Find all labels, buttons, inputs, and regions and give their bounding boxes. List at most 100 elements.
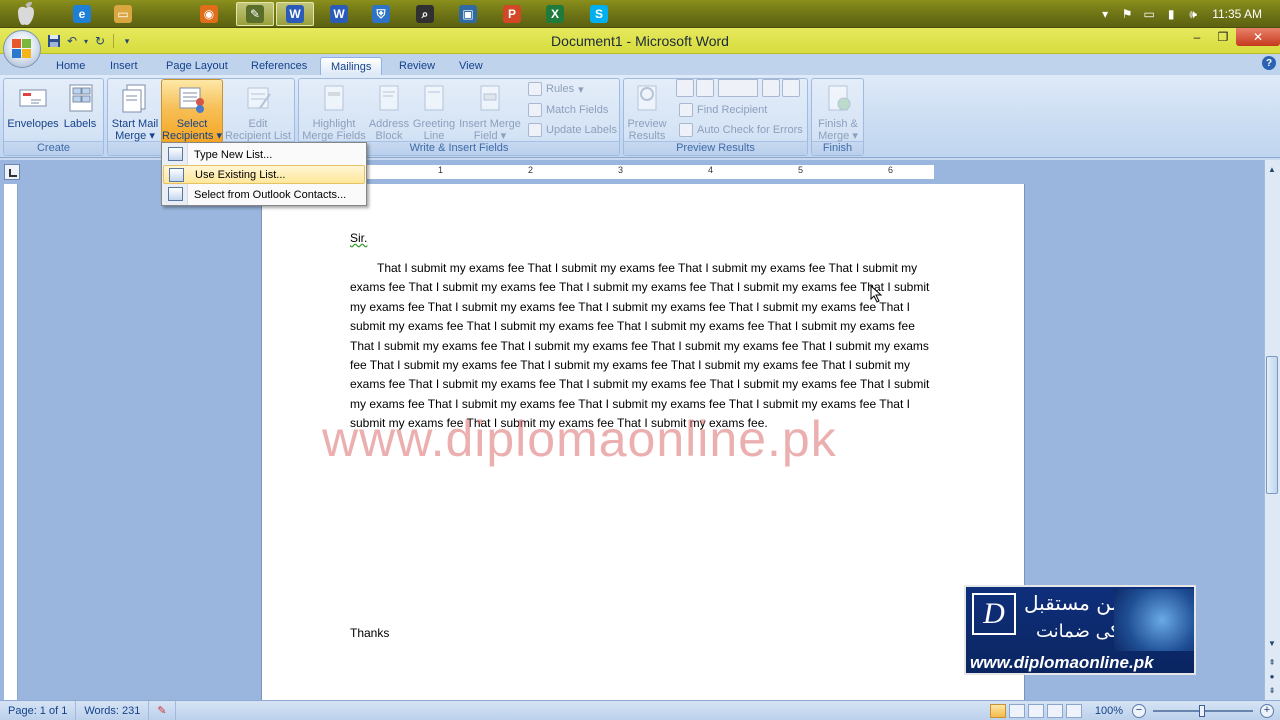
tab-insert[interactable]: Insert <box>100 57 148 75</box>
window-title: Document1 - Microsoft Word <box>551 33 729 49</box>
address-block-icon <box>373 82 405 114</box>
zoom-out-icon[interactable]: − <box>1132 704 1146 718</box>
minimize-button[interactable]: – <box>1184 28 1210 46</box>
flag-icon[interactable]: ⚑ <box>1116 5 1138 23</box>
labels-label: Labels <box>63 118 97 130</box>
group-finish-label: Finish <box>812 141 863 155</box>
tab-page-layout[interactable]: Page Layout <box>156 57 238 75</box>
taskbar-word-active-button[interactable]: W <box>276 2 314 26</box>
outlook-contacts-icon <box>168 187 183 201</box>
auto-check-errors-button[interactable]: Auto Check for Errors <box>679 121 803 139</box>
taskbar-skype-button[interactable]: S <box>580 2 618 26</box>
draft-view-icon[interactable] <box>1065 704 1082 718</box>
volume-icon[interactable]: 🕪 <box>1182 5 1204 23</box>
record-number-field[interactable] <box>718 79 758 97</box>
office-button[interactable] <box>3 30 41 68</box>
close-button[interactable]: ✕ <box>1236 28 1280 46</box>
vertical-ruler[interactable] <box>4 184 18 700</box>
taskbar-paint-button[interactable]: ✎ <box>236 2 274 26</box>
select-recipients-button[interactable]: Select Recipients ▾ <box>162 82 222 142</box>
taskbar-excel-button[interactable]: X <box>536 2 574 26</box>
labels-button[interactable]: Labels <box>62 82 98 130</box>
body-paragraph[interactable]: That I submit my exams fee That I submit… <box>350 259 938 434</box>
tab-home[interactable]: Home <box>46 57 95 75</box>
existing-list-icon <box>169 168 184 182</box>
powerpoint-icon: P <box>503 5 521 23</box>
rules-button[interactable]: Rules ▾ <box>528 80 584 98</box>
word-icon: W <box>330 5 348 23</box>
highlight-merge-fields-button[interactable]: Highlight Merge Fields <box>300 82 368 142</box>
next-record-icon[interactable] <box>762 79 780 97</box>
zoom-slider[interactable] <box>1153 704 1253 718</box>
greeting-line-button[interactable]: Greeting Line <box>412 82 456 142</box>
taskbar-word-button[interactable]: W <box>320 2 358 26</box>
tab-selector[interactable] <box>4 164 20 180</box>
apple-start-icon[interactable] <box>6 0 46 28</box>
taskbar-search-app-button[interactable]: ⌕ <box>406 2 444 26</box>
taskbar-security-button[interactable]: ⛨ <box>362 2 400 26</box>
last-record-icon[interactable] <box>782 79 800 97</box>
promo-url: www.diplomaonline.pk <box>970 653 1154 672</box>
ruler-number: 3 <box>618 165 624 175</box>
clock[interactable]: 11:35 AM <box>1212 7 1262 21</box>
word-count[interactable]: Words: 231 <box>76 700 150 720</box>
page-count[interactable]: Page: 1 of 1 <box>0 700 77 720</box>
previous-record-icon[interactable] <box>696 79 714 97</box>
closing-text[interactable]: Thanks <box>350 626 389 640</box>
restore-button[interactable]: ❐ <box>1210 28 1236 46</box>
greeting-icon <box>418 82 450 114</box>
outline-view-icon[interactable] <box>1046 704 1063 718</box>
proofing-icon[interactable]: ✎ <box>149 700 176 720</box>
browse-object-icon[interactable]: ● <box>1265 669 1279 683</box>
zoom-in-icon[interactable]: + <box>1260 704 1274 718</box>
tab-review[interactable]: Review <box>389 57 445 75</box>
taskbar-photo-button[interactable]: ▣ <box>449 2 487 26</box>
recipients-icon <box>176 82 208 114</box>
tab-view[interactable]: View <box>449 57 493 75</box>
tab-mailings[interactable]: Mailings <box>320 57 383 76</box>
tray-expand-icon[interactable]: ▾ <box>1094 5 1116 23</box>
photo-icon: ▣ <box>459 5 477 23</box>
print-layout-view-icon[interactable] <box>989 704 1006 718</box>
menu-item-type-new-list[interactable]: Type New List... <box>163 145 365 164</box>
address-block-button[interactable]: Address Block <box>368 82 410 142</box>
full-screen-view-icon[interactable] <box>1008 704 1025 718</box>
find-recipient-button[interactable]: Find Recipient <box>679 101 767 119</box>
finish-merge-button[interactable]: Finish & Merge ▾ <box>813 82 863 142</box>
envelopes-label: Envelopes <box>7 118 59 130</box>
start-mail-merge-button[interactable]: Start Mail Merge ▾ <box>109 82 161 142</box>
taskbar-firefox-button[interactable]: ◉ <box>190 2 228 26</box>
select-recipients-line2: Recipients ▾ <box>162 130 222 142</box>
battery-icon[interactable]: ▮ <box>1160 5 1182 23</box>
taskbar-ie-button[interactable]: e <box>63 2 101 26</box>
preview-line2: Results <box>628 130 666 142</box>
scroll-down-icon[interactable]: ▼ <box>1265 636 1279 650</box>
word-active-icon: W <box>286 5 304 23</box>
tab-references[interactable]: References <box>241 57 317 75</box>
edit-recipient-list-button[interactable]: Edit Recipient List <box>223 82 293 142</box>
match-fields-icon <box>528 103 542 117</box>
zoom-level[interactable]: 100% <box>1095 705 1123 717</box>
previous-page-icon[interactable]: ⇞ <box>1265 655 1279 669</box>
watermark-text: www.diplomaonline.pk <box>322 411 837 467</box>
taskbar-explorer-button[interactable]: ▭ <box>104 2 142 26</box>
preview-results-button[interactable]: Preview Results <box>625 82 669 142</box>
salutation[interactable]: Sir. <box>350 231 367 245</box>
finish-merge-icon <box>822 82 854 114</box>
insert-merge-field-button[interactable]: Insert Merge Field ▾ <box>458 82 522 142</box>
menu-item-outlook-contacts[interactable]: Select from Outlook Contacts... <box>163 185 365 204</box>
edit-list-icon <box>242 82 274 114</box>
match-fields-button[interactable]: Match Fields <box>528 101 608 119</box>
menu-item-use-existing-list[interactable]: Use Existing List... <box>163 165 365 184</box>
update-labels-button[interactable]: Update Labels <box>528 121 617 139</box>
help-icon[interactable]: ? <box>1262 56 1276 70</box>
envelopes-button[interactable]: Envelopes <box>6 82 60 130</box>
taskbar-powerpoint-button[interactable]: P <box>493 2 531 26</box>
web-layout-view-icon[interactable] <box>1027 704 1044 718</box>
network-icon[interactable]: ▭ <box>1138 5 1160 23</box>
next-page-icon[interactable]: ⇟ <box>1265 683 1279 697</box>
auto-check-icon <box>679 123 693 137</box>
first-record-icon[interactable] <box>676 79 694 97</box>
scrollbar-thumb[interactable] <box>1266 356 1278 494</box>
scroll-up-icon[interactable]: ▲ <box>1265 162 1279 176</box>
